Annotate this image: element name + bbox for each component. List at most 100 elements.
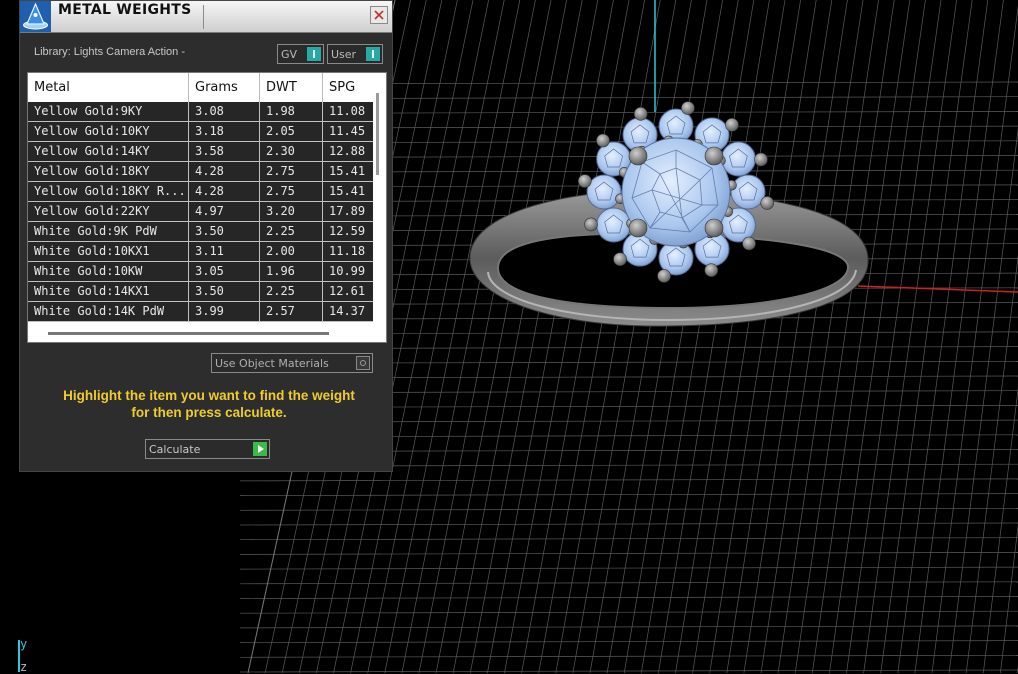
grid-line — [240, 670, 1018, 672]
cell-grams: 4.28 — [189, 162, 260, 181]
cell-dwt: 2.25 — [260, 222, 323, 241]
grid-line — [710, 0, 817, 673]
instruction-line-2: for then press calculate. — [34, 404, 384, 421]
prong — [578, 175, 591, 188]
grid-line — [693, 0, 801, 673]
cell-spg: 12.88 — [323, 142, 373, 161]
cell-grams: 3.50 — [189, 282, 260, 301]
table-body: Yellow Gold:9KY3.081.9811.08 Yellow Gold… — [28, 102, 373, 322]
table-row[interactable]: White Gold:10KX13.112.0011.18 — [28, 242, 373, 262]
cell-dwt: 2.00 — [260, 242, 323, 261]
column-header-metal[interactable]: Metal — [28, 73, 189, 102]
center-prong — [705, 219, 723, 237]
grid-line — [419, 0, 551, 673]
cell-dwt: 2.75 — [260, 162, 323, 181]
grid-line — [453, 0, 582, 673]
prong — [705, 264, 718, 277]
table-row[interactable]: Yellow Gold:14KY3.582.3012.88 — [28, 142, 373, 162]
table-row[interactable]: Yellow Gold:9KY3.081.9811.08 — [28, 102, 373, 122]
horizontal-scrollbar[interactable] — [48, 332, 329, 335]
calculate-button[interactable]: Calculate — [145, 439, 270, 459]
calculate-label: Calculate — [149, 443, 200, 456]
cell-grams: 3.99 — [189, 302, 260, 321]
grid-line — [240, 567, 1018, 569]
close-icon — [371, 7, 387, 23]
grid-line — [522, 0, 645, 673]
table-row[interactable]: White Gold:14KX13.502.2512.61 — [28, 282, 373, 302]
grid-line — [795, 0, 894, 673]
close-button[interactable] — [370, 6, 388, 24]
use-object-materials-option[interactable]: Use Object Materials — [211, 353, 373, 373]
gv-toggle[interactable]: GV — [277, 44, 324, 64]
cell-grams: 3.11 — [189, 242, 260, 261]
cell-spg: 15.41 — [323, 162, 373, 181]
cell-dwt: 2.30 — [260, 142, 323, 161]
grid-line — [470, 0, 598, 673]
grid-line — [436, 0, 566, 673]
table-row[interactable]: Yellow Gold:22KY4.973.2017.89 — [28, 202, 373, 222]
grid-line — [240, 582, 1018, 584]
vertical-scrollbar[interactable] — [376, 93, 379, 175]
center-prong — [629, 219, 647, 237]
grid-line — [240, 494, 1018, 496]
grid-line — [240, 655, 1018, 657]
cell-grams: 4.28 — [189, 182, 260, 201]
ring-model[interactable] — [470, 102, 868, 327]
cell-metal: Yellow Gold:10KY — [28, 122, 189, 141]
halo-stone — [721, 142, 755, 176]
table-row[interactable]: White Gold:9K PdW3.502.2512.59 — [28, 222, 373, 242]
cell-spg: 17.89 — [323, 202, 373, 221]
cell-grams: 3.08 — [189, 102, 260, 121]
column-header-grams[interactable]: Grams — [189, 73, 260, 102]
cell-dwt: 1.96 — [260, 262, 323, 281]
cell-grams: 3.05 — [189, 262, 260, 281]
cell-dwt: 2.25 — [260, 282, 323, 301]
prong — [725, 118, 738, 131]
grid-line — [812, 0, 910, 673]
cell-spg: 15.41 — [323, 182, 373, 201]
cell-metal: White Gold:10KW — [28, 262, 189, 281]
prong — [761, 196, 774, 209]
library-label: Library: Lights Camera Action - — [34, 46, 185, 58]
panel-titlebar[interactable]: METAL WEIGHTS — [20, 1, 392, 33]
x-axis-line — [858, 286, 1018, 292]
cell-grams: 3.18 — [189, 122, 260, 141]
gv-toggle-label: GV — [281, 48, 297, 61]
play-arrow-icon — [253, 442, 267, 456]
cell-dwt: 1.98 — [260, 102, 323, 121]
cell-dwt: 2.75 — [260, 182, 323, 201]
halo-stone — [731, 175, 765, 209]
grid-line — [761, 0, 863, 673]
user-toggle[interactable]: User — [327, 44, 383, 64]
table-row[interactable]: White Gold:14K PdW3.992.5714.37 — [28, 302, 373, 322]
prong — [743, 237, 756, 250]
grid-line — [624, 0, 738, 673]
table-row[interactable]: Yellow Gold:10KY3.182.0511.45 — [28, 122, 373, 142]
center-prong — [705, 147, 723, 165]
matrix-wizard-hat-icon — [20, 1, 51, 32]
center-prong — [629, 147, 647, 165]
toggle-icon — [366, 47, 380, 61]
grid-line — [487, 0, 613, 673]
grid-line — [573, 0, 692, 673]
table-row[interactable]: Yellow Gold:18KY4.282.7515.41 — [28, 162, 373, 182]
cell-metal: White Gold:10KX1 — [28, 242, 189, 261]
halo-stone — [587, 175, 621, 209]
table-row[interactable]: Yellow Gold:18KY R...4.282.7515.41 — [28, 182, 373, 202]
prong — [658, 269, 671, 282]
radio-icon[interactable] — [356, 356, 370, 370]
cell-grams: 3.50 — [189, 222, 260, 241]
cell-spg: 12.59 — [323, 222, 373, 241]
cell-spg: 10.99 — [323, 262, 373, 281]
table-row[interactable]: White Gold:10KW3.051.9610.99 — [28, 262, 373, 282]
cell-grams: 4.97 — [189, 202, 260, 221]
prong — [585, 218, 598, 231]
cell-spg: 12.61 — [323, 282, 373, 301]
column-header-dwt[interactable]: DWT — [260, 73, 323, 102]
cell-metal: White Gold:14KX1 — [28, 282, 189, 301]
cell-spg: 14.37 — [323, 302, 373, 321]
grid-line — [847, 0, 942, 673]
column-header-spg[interactable]: SPG — [323, 73, 373, 102]
prong — [754, 153, 767, 166]
metal-table[interactable]: Metal Grams DWT SPG Yellow Gold:9KY3.081… — [27, 72, 387, 343]
